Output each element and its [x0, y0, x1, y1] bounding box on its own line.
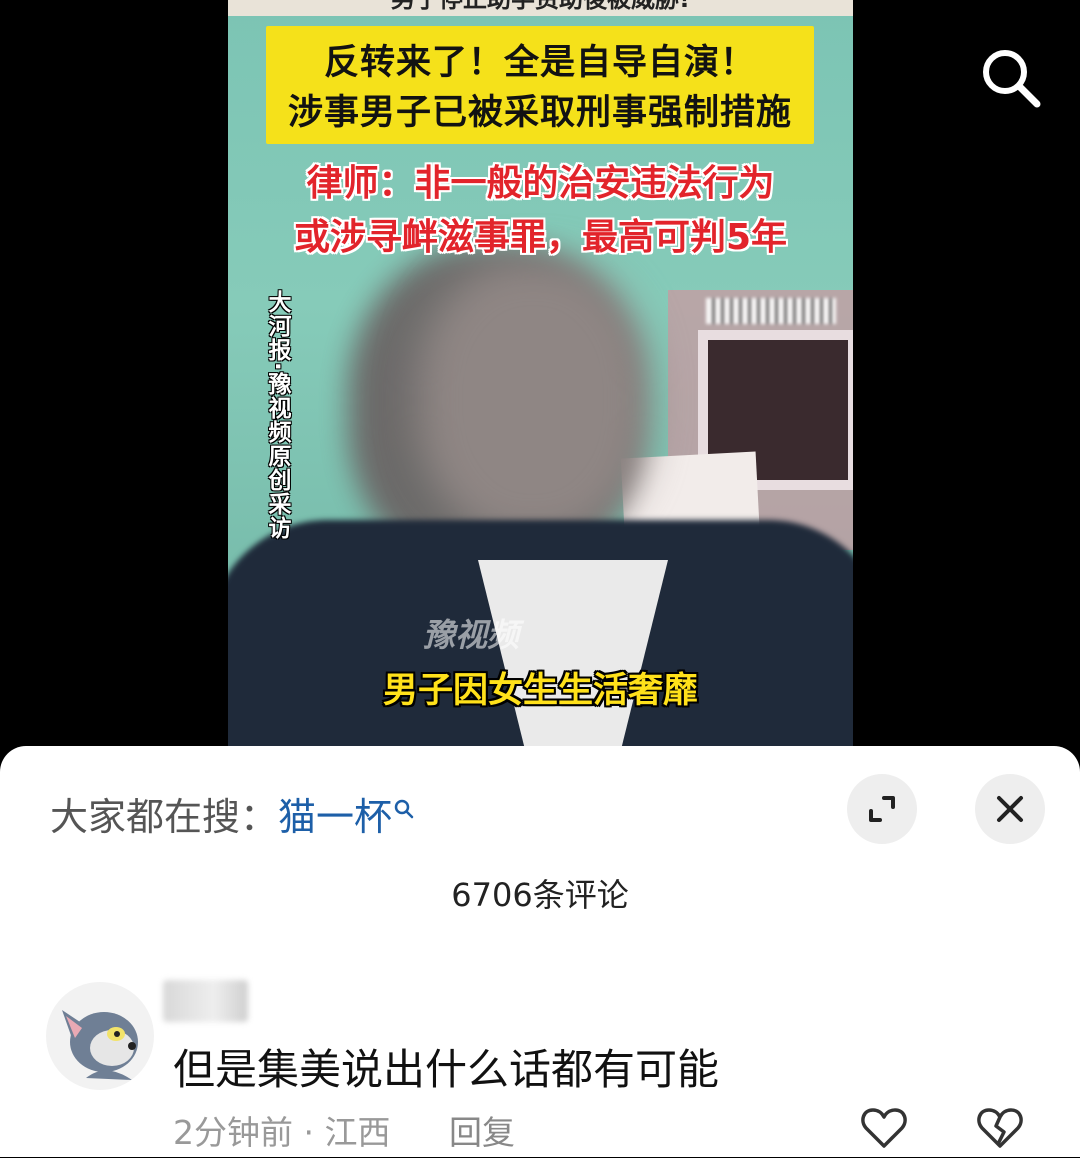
hot-search-bar[interactable]: 大家都在搜：猫一杯: [50, 786, 414, 841]
search-button[interactable]: [975, 42, 1045, 112]
keyword-search-icon: [394, 786, 414, 830]
headline-line-2: 涉事男子已被采取刑事强制措施: [287, 93, 792, 133]
hot-search-keyword[interactable]: 猫一杯: [278, 795, 392, 839]
lawyer-line-1: 律师：非一般的治安违法行为: [306, 163, 775, 204]
dislike-button[interactable]: [974, 1102, 1026, 1154]
search-icon: [983, 50, 1041, 108]
expand-icon: [869, 796, 895, 822]
video-frame[interactable]: 男子停止助学资助後被威胁! 反转来了！全是自导自演！ 涉事男子已被采取刑事强制措…: [228, 0, 853, 760]
comment-time: 2分钟前: [173, 1113, 293, 1152]
meta-separator: ·: [303, 1113, 325, 1152]
vertical-credit: 大河报·豫视频原创采访: [264, 290, 290, 540]
comment-meta: 2分钟前 · 江西 回复: [173, 1106, 515, 1154]
blurred-tag: [706, 298, 836, 324]
video-top-ribbon: 男子停止助学资助後被威胁!: [228, 0, 853, 16]
username-blurred[interactable]: [163, 980, 248, 1022]
comment-count: 6706条评论: [451, 876, 629, 914]
comment-location: 江西: [324, 1113, 391, 1152]
expand-button[interactable]: [847, 774, 917, 844]
close-icon: [997, 796, 1023, 822]
hot-search-label: 大家都在搜：: [50, 795, 279, 839]
video-subtitle: 男子因女生生活奢靡: [382, 671, 698, 711]
reply-button[interactable]: 回复: [449, 1113, 515, 1152]
like-button[interactable]: [858, 1102, 910, 1154]
comment-sheet: 大家都在搜：猫一杯 6706条评论 但是集美说出什么话都有可能 2分钟前 · 江…: [0, 746, 1080, 1157]
like-icon: [861, 1108, 907, 1148]
video-player[interactable]: 男子停止助学资助後被威胁! 反转来了！全是自导自演！ 涉事男子已被采取刑事强制措…: [0, 0, 1080, 760]
avatar[interactable]: [46, 982, 154, 1090]
watermark-text: 豫视频: [423, 616, 520, 654]
video-watermark: 豫视频: [423, 610, 519, 656]
headline-line-1: 反转来了！全是自导自演！: [323, 43, 756, 83]
comment-text: 但是集美说出什么话都有可能: [173, 1045, 720, 1094]
dislike-icon: [977, 1108, 1023, 1148]
close-button[interactable]: [975, 774, 1045, 844]
blurred-face: [418, 260, 648, 540]
lawyer-line-2: 或涉寻衅滋事罪，最高可判5年: [293, 217, 788, 258]
